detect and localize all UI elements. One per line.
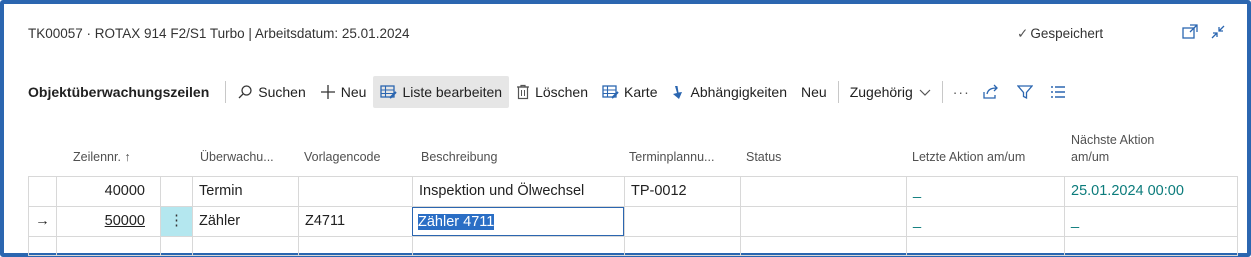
related-label: Zugehörig	[849, 84, 913, 100]
column-header-monitoring[interactable]: Überwachu...	[200, 149, 274, 166]
share-icon	[983, 84, 998, 99]
column-header-description[interactable]: Beschreibung	[421, 149, 497, 166]
delete-label: Löschen	[535, 84, 589, 100]
dependencies-label: Abhängigkeiten	[690, 84, 788, 100]
column-header-scheduling[interactable]: Terminplannu...	[629, 149, 714, 166]
cell-status[interactable]	[740, 237, 906, 255]
cell-scheduling[interactable]	[624, 237, 740, 255]
description-input[interactable]: Zähler 4711	[412, 207, 624, 236]
cell-description[interactable]	[412, 237, 624, 255]
cell-next-action[interactable]	[1064, 237, 1238, 255]
page-title: TK00057 · ROTAX 914 F2/S1 Turbo | Arbeit…	[28, 26, 410, 41]
filter-icon	[1016, 85, 1033, 100]
cell-next-action[interactable]: _	[1064, 207, 1238, 236]
related-menu[interactable]: Zugehörig	[843, 76, 938, 108]
new-label: Neu	[340, 84, 367, 100]
row-selector-cell[interactable]	[28, 177, 56, 206]
collapse-icon[interactable]	[1208, 22, 1228, 42]
cell-last-action[interactable]	[906, 237, 1064, 255]
delete-button[interactable]: Löschen	[509, 76, 595, 108]
check-icon: ✓	[1017, 26, 1029, 41]
more-options-button[interactable]: ···	[947, 76, 976, 108]
search-button[interactable]: Suchen	[230, 76, 312, 108]
edit-list-label: Liste bearbeiten	[402, 84, 503, 100]
grid-header-row: Zeilennr. ↑ Überwachu... Vorlagencode Be…	[28, 122, 1238, 176]
search-icon	[238, 85, 252, 99]
cell-scheduling[interactable]: TP-0012	[624, 177, 740, 206]
edit-list-button[interactable]: Liste bearbeiten	[373, 76, 510, 108]
new-secondary-label: Neu	[801, 84, 827, 100]
row-selector-cell[interactable]	[28, 237, 56, 255]
plus-icon	[320, 85, 335, 99]
arrow-down-right-icon	[673, 86, 683, 99]
current-row-arrow-icon: →	[35, 213, 50, 229]
list-icon	[1050, 86, 1065, 98]
cell-status[interactable]	[740, 207, 906, 236]
column-header-next-action-line1: Nächste Aktion	[1071, 133, 1155, 147]
table-row[interactable]: → 50000 ⋮ Zähler Z4711 Zähler 4711 _ _	[28, 206, 1238, 236]
cell-template-code[interactable]	[298, 237, 412, 255]
card-label: Karte	[624, 84, 658, 100]
edit-list-icon	[380, 85, 398, 99]
column-header-line-no[interactable]: Zeilennr. ↑	[73, 149, 131, 166]
cell-next-action[interactable]: 25.01.2024 00:00	[1064, 177, 1238, 206]
new-button[interactable]: Neu	[313, 76, 374, 108]
share-button[interactable]	[976, 76, 1011, 108]
toolbar-divider	[837, 81, 839, 103]
page-frame: TK00057 · ROTAX 914 F2/S1 Turbo | Arbeit…	[0, 0, 1251, 257]
search-label: Suchen	[258, 84, 306, 100]
cell-description[interactable]: Inspektion und Ölwechsel	[412, 177, 624, 206]
cell-scheduling[interactable]	[624, 207, 740, 236]
column-header-next-action[interactable]: Nächste Aktion am/um	[1071, 132, 1154, 166]
new-secondary-button[interactable]: Neu	[794, 76, 834, 108]
chevron-down-icon	[919, 89, 931, 96]
description-selected-text: Zähler 4711	[418, 214, 495, 230]
toolbar-divider	[225, 81, 227, 103]
cell-template-code[interactable]: Z4711	[298, 207, 412, 236]
column-header-next-action-line2: am/um	[1071, 150, 1110, 164]
lines-grid: Zeilennr. ↑ Überwachu... Vorlagencode Be…	[28, 122, 1238, 256]
card-button[interactable]: Karte	[595, 76, 664, 108]
action-bar: Objektüberwachungszeilen Suchen Neu List…	[18, 76, 1244, 108]
trash-icon	[517, 84, 530, 100]
cell-monitoring[interactable]: Zähler	[192, 207, 298, 236]
row-selector-cell[interactable]: →	[28, 207, 56, 236]
section-title: Objektüberwachungszeilen	[28, 84, 210, 100]
table-row-empty[interactable]	[28, 236, 1238, 256]
column-header-last-action[interactable]: Letzte Aktion am/um	[912, 149, 1025, 166]
row-actions-menu[interactable]: ⋮	[160, 207, 192, 236]
column-header-template-code[interactable]: Vorlagencode	[304, 149, 380, 166]
saved-status: ✓ Gespeichert	[1017, 26, 1103, 42]
row-menu-icon: ⋮	[169, 213, 184, 229]
cell-line-no[interactable]: 50000	[56, 207, 160, 236]
cell-monitoring[interactable]	[192, 237, 298, 255]
table-row[interactable]: 40000 Termin Inspektion und Ölwechsel TP…	[28, 176, 1238, 206]
open-in-new-window-icon[interactable]	[1180, 22, 1200, 42]
cell-monitoring[interactable]: Termin	[192, 177, 298, 206]
row-menu-cell[interactable]	[160, 237, 192, 255]
saved-status-label: Gespeichert	[1030, 26, 1104, 41]
row-menu-cell[interactable]	[160, 177, 192, 206]
column-header-status[interactable]: Status	[746, 149, 781, 166]
cell-status[interactable]	[740, 177, 906, 206]
cell-last-action[interactable]: _	[906, 207, 1064, 236]
card-edit-icon	[602, 85, 619, 99]
cell-line-no[interactable]: 40000	[56, 177, 160, 206]
list-view-button[interactable]	[1044, 76, 1077, 108]
line-no-link[interactable]: 50000	[105, 213, 145, 229]
cell-template-code[interactable]	[298, 177, 412, 206]
cell-last-action[interactable]: _	[906, 177, 1064, 206]
dependencies-button[interactable]: Abhängigkeiten	[664, 76, 794, 108]
filter-button[interactable]	[1011, 76, 1044, 108]
toolbar-divider	[941, 81, 943, 103]
more-icon: ···	[952, 84, 970, 100]
cell-line-no[interactable]	[56, 237, 160, 255]
